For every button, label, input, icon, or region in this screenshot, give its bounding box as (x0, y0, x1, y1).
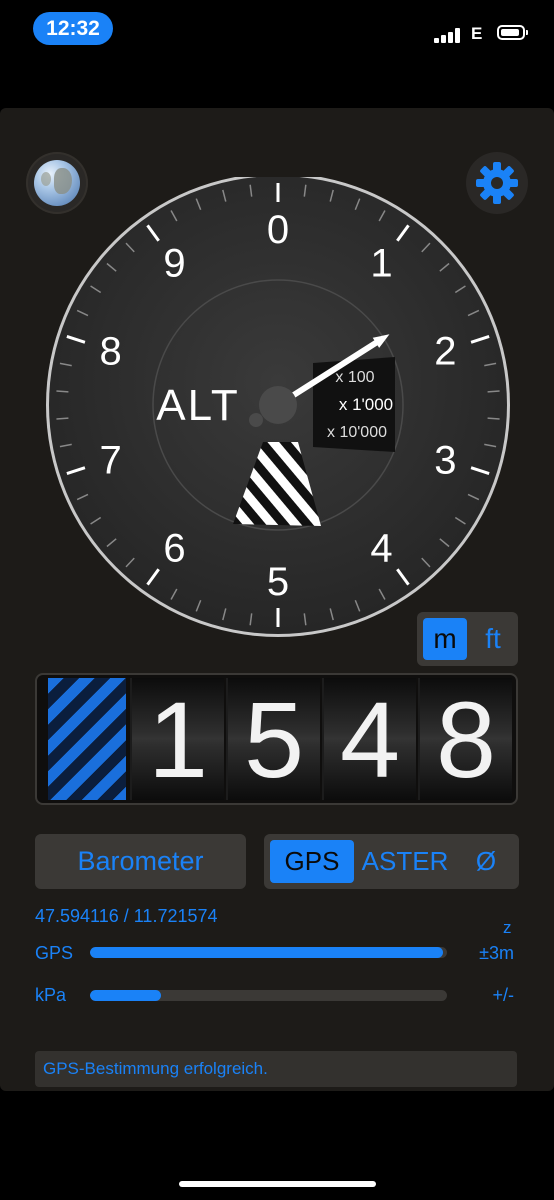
altimeter-gauge: 0 12 34 5 67 89 x 100 x 1'000 x 10'000 ALT (46, 177, 510, 637)
minor-tick (56, 390, 69, 393)
counter-digit: 1 (130, 678, 224, 800)
barometer-button[interactable]: Barometer (35, 834, 246, 889)
dial-number: 9 (163, 242, 185, 286)
counter-digit: 5 (226, 678, 320, 800)
network-type: E (471, 24, 483, 43)
scale-label-100: x 100 (335, 369, 374, 386)
kpa-accuracy-value: +/- (492, 985, 514, 1005)
gps-accuracy-bar (90, 947, 447, 958)
kpa-label: kPa (35, 985, 67, 1005)
needle-tail (249, 413, 263, 427)
needle-hub (259, 386, 297, 424)
gps-accuracy-value: ±3m (479, 943, 514, 963)
status-bar: 12:32 E (0, 0, 554, 60)
dial-number: 0 (267, 208, 289, 252)
dial-number: 7 (99, 438, 121, 482)
unit-feet-button[interactable]: ft (471, 618, 515, 660)
z-label: z (503, 918, 512, 937)
gps-accuracy-fill (90, 947, 444, 958)
dial-number: 3 (434, 438, 456, 482)
dial-number: 2 (434, 330, 456, 374)
counter-digit: 8 (418, 678, 512, 800)
status-message: GPS-Bestimmung erfolgreich. (35, 1051, 517, 1087)
unit-meters-button[interactable]: m (423, 618, 467, 660)
status-time[interactable]: 12:32 (33, 12, 113, 45)
home-indicator[interactable] (179, 1181, 376, 1187)
signal-icon (434, 27, 462, 43)
source-segmented-control: GPS ASTER Ø (264, 834, 519, 889)
source-aster-button[interactable]: ASTER (360, 840, 450, 883)
dial-number: 1 (370, 242, 392, 286)
unit-toggle: m ft (417, 612, 518, 666)
dial-number: 5 (267, 560, 289, 604)
counter-ten-thousands-blank (48, 678, 126, 800)
kpa-accuracy-bar (90, 990, 447, 1001)
kpa-accuracy-fill (90, 990, 162, 1001)
dial-number: 4 (370, 526, 392, 570)
minor-tick (56, 417, 69, 420)
counter-digit: 4 (322, 678, 416, 800)
coordinates-text: 47.594116 / 11.721574 (35, 906, 218, 926)
gps-label: GPS (35, 943, 74, 963)
minor-tick (487, 417, 500, 420)
scale-label-1000: x 1'000 (339, 395, 393, 414)
dial-number: 6 (163, 526, 185, 570)
battery-icon (497, 25, 528, 40)
altitude-counter: 1 5 4 8 (35, 673, 518, 805)
minor-tick (487, 390, 500, 393)
scale-label-10000: x 10'000 (327, 424, 387, 441)
source-average-button[interactable]: Ø (460, 840, 512, 883)
source-gps-button[interactable]: GPS (270, 840, 354, 883)
dial-number: 8 (99, 330, 121, 374)
gauge-label: ALT (156, 381, 239, 430)
